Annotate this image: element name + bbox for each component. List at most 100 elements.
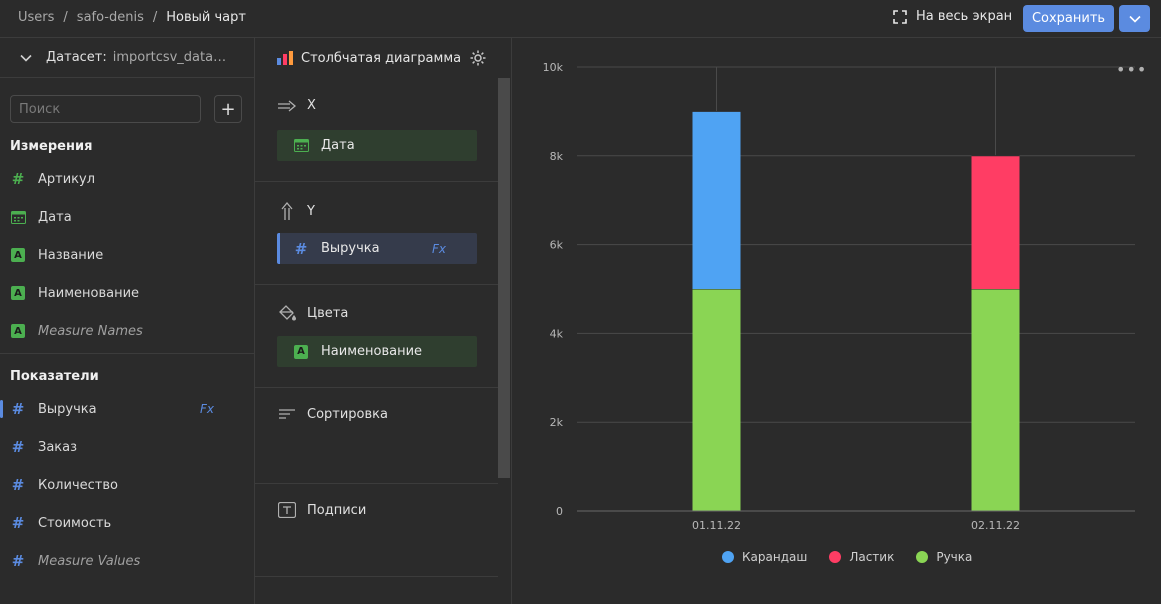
dataset-label: Датасет:	[46, 50, 107, 65]
field-label: Стоимость	[38, 515, 112, 531]
bar-segment	[971, 289, 1020, 511]
y-tick-label: 6k	[550, 239, 564, 252]
arrow-up-icon	[277, 201, 297, 221]
config-scrollbar[interactable]	[498, 78, 510, 478]
field-search-input[interactable]	[10, 95, 201, 123]
fullscreen-label: На весь экран	[916, 9, 1013, 24]
dimension-item[interactable]: A Measure Names	[0, 312, 254, 350]
field-label: Выручка	[38, 401, 97, 417]
legend-swatch	[722, 551, 734, 563]
fullscreen-icon	[893, 9, 907, 24]
chevron-down-icon	[1128, 15, 1141, 23]
colors-field-pill[interactable]: A Наименование	[277, 336, 477, 367]
gear-icon[interactable]	[469, 49, 487, 67]
y-tick-label: 8k	[550, 150, 564, 163]
chart-area: 0 2k 4k 6k 8k 10k 01.11.22 02.11.22 ••• Каранда…	[512, 38, 1161, 604]
legend-swatch	[916, 551, 929, 563]
pill-label: Выручка	[321, 241, 380, 256]
measure-item[interactable]: # Заказ	[0, 428, 254, 466]
formula-icon: Fx	[200, 402, 215, 416]
pill-label: Дата	[321, 138, 355, 153]
breadcrumb-separator: /	[63, 10, 68, 25]
field-label: Дата	[38, 209, 72, 225]
hash-icon: #	[11, 514, 25, 532]
string-type-icon: A	[10, 323, 26, 339]
dataset-panel: Датасет: importcsv_data… + Измерения # А…	[0, 38, 255, 604]
fullscreen-button[interactable]: На весь экран	[893, 9, 1012, 24]
pill-label: Наименование	[321, 344, 423, 359]
bar-chart: 0 2k 4k 6k 8k 10k 01.11.22 02.11.22	[543, 61, 1135, 532]
y-tick-label: 0	[556, 505, 563, 518]
breadcrumb-separator: /	[152, 10, 158, 25]
y-tick-label: 10k	[543, 61, 564, 74]
dimension-item[interactable]: Дата	[0, 198, 254, 236]
save-button[interactable]: Сохранить	[1023, 5, 1114, 32]
field-label: Заказ	[38, 439, 78, 455]
field-label: Артикул	[38, 171, 96, 187]
measure-item[interactable]: # Measure Values	[0, 542, 254, 580]
field-label: Название	[38, 247, 104, 263]
save-options-button[interactable]	[1119, 5, 1150, 32]
bar-segment	[971, 155, 1020, 289]
string-type-icon: A	[10, 285, 26, 301]
colors-slot-title: Цвета	[277, 304, 348, 322]
x-tick-label: 01.11.22	[692, 519, 741, 532]
chart-type-selector[interactable]: Столбчатая диаграмма	[255, 38, 498, 78]
field-label: Наименование	[38, 285, 140, 301]
breadcrumb-folder[interactable]: safo-denis	[77, 10, 144, 25]
string-type-icon: A	[293, 344, 309, 360]
slot-divider	[255, 576, 498, 577]
formula-icon: Fx	[432, 241, 447, 256]
more-options-icon[interactable]: •••	[1116, 60, 1147, 79]
string-type-icon: A	[10, 247, 26, 263]
slot-divider	[255, 483, 498, 484]
add-field-button[interactable]: +	[214, 95, 242, 123]
breadcrumb: Users / safo-denis / Новый чарт	[18, 10, 246, 25]
hash-icon: #	[11, 170, 25, 188]
breadcrumb-current: Новый чарт	[166, 10, 246, 25]
legend-item[interactable]: Ручка	[916, 550, 972, 564]
chart-legend: Карандаш Ластик Ручка	[722, 550, 994, 564]
dimension-item[interactable]: # Артикул	[0, 160, 254, 198]
arrow-right-icon	[277, 99, 297, 113]
hash-icon: #	[294, 239, 308, 258]
legend-label: Ручка	[936, 550, 973, 564]
legend-label: Карандаш	[742, 550, 808, 564]
y-tick-label: 4k	[550, 327, 564, 340]
x-tick-label: 02.11.22	[971, 519, 1020, 532]
top-bar: Users / safo-denis / Новый чарт На весь …	[0, 0, 1161, 38]
x-axis-field-pill[interactable]: Дата	[277, 130, 477, 161]
measure-item[interactable]: # Стоимость	[0, 504, 254, 542]
y-tick-label: 2k	[550, 416, 564, 429]
legend-swatch	[829, 551, 842, 563]
calendar-icon	[293, 138, 309, 154]
colors-label: Цвета	[307, 305, 349, 321]
legend-label: Ластик	[849, 550, 895, 564]
dimensions-title: Измерения	[10, 139, 93, 154]
legend-item[interactable]: Ластик	[829, 550, 894, 564]
slot-divider	[255, 387, 498, 388]
paint-bucket-icon	[277, 304, 297, 322]
sort-label: Сортировка	[307, 407, 388, 422]
measure-item[interactable]: # Количество	[0, 466, 254, 504]
field-label: Количество	[38, 477, 118, 493]
x-axis-slot-title: X	[277, 98, 316, 113]
dataset-name: importcsv_data…	[112, 50, 227, 65]
legend-item[interactable]: Карандаш	[722, 550, 807, 564]
section-divider	[0, 353, 254, 354]
y-axis-field-pill[interactable]: # Выручка Fx	[277, 233, 477, 264]
measure-item[interactable]: # Выручка Fx	[0, 390, 254, 428]
hash-icon: #	[11, 476, 25, 494]
bar-chart-icon	[277, 51, 293, 65]
dimension-item[interactable]: A Наименование	[0, 274, 254, 312]
breadcrumb-users[interactable]: Users	[18, 10, 54, 25]
dimension-item[interactable]: A Название	[0, 236, 254, 274]
y-axis-slot-title: Y	[277, 201, 315, 221]
dataset-selector[interactable]: Датасет: importcsv_data…	[0, 38, 254, 78]
measures-title: Показатели	[10, 369, 99, 384]
hash-icon: #	[11, 552, 25, 570]
hash-icon: #	[11, 400, 25, 418]
x-axis-label: X	[307, 98, 316, 113]
chart-type-label: Столбчатая диаграмма	[301, 50, 462, 66]
slot-divider	[255, 181, 498, 182]
